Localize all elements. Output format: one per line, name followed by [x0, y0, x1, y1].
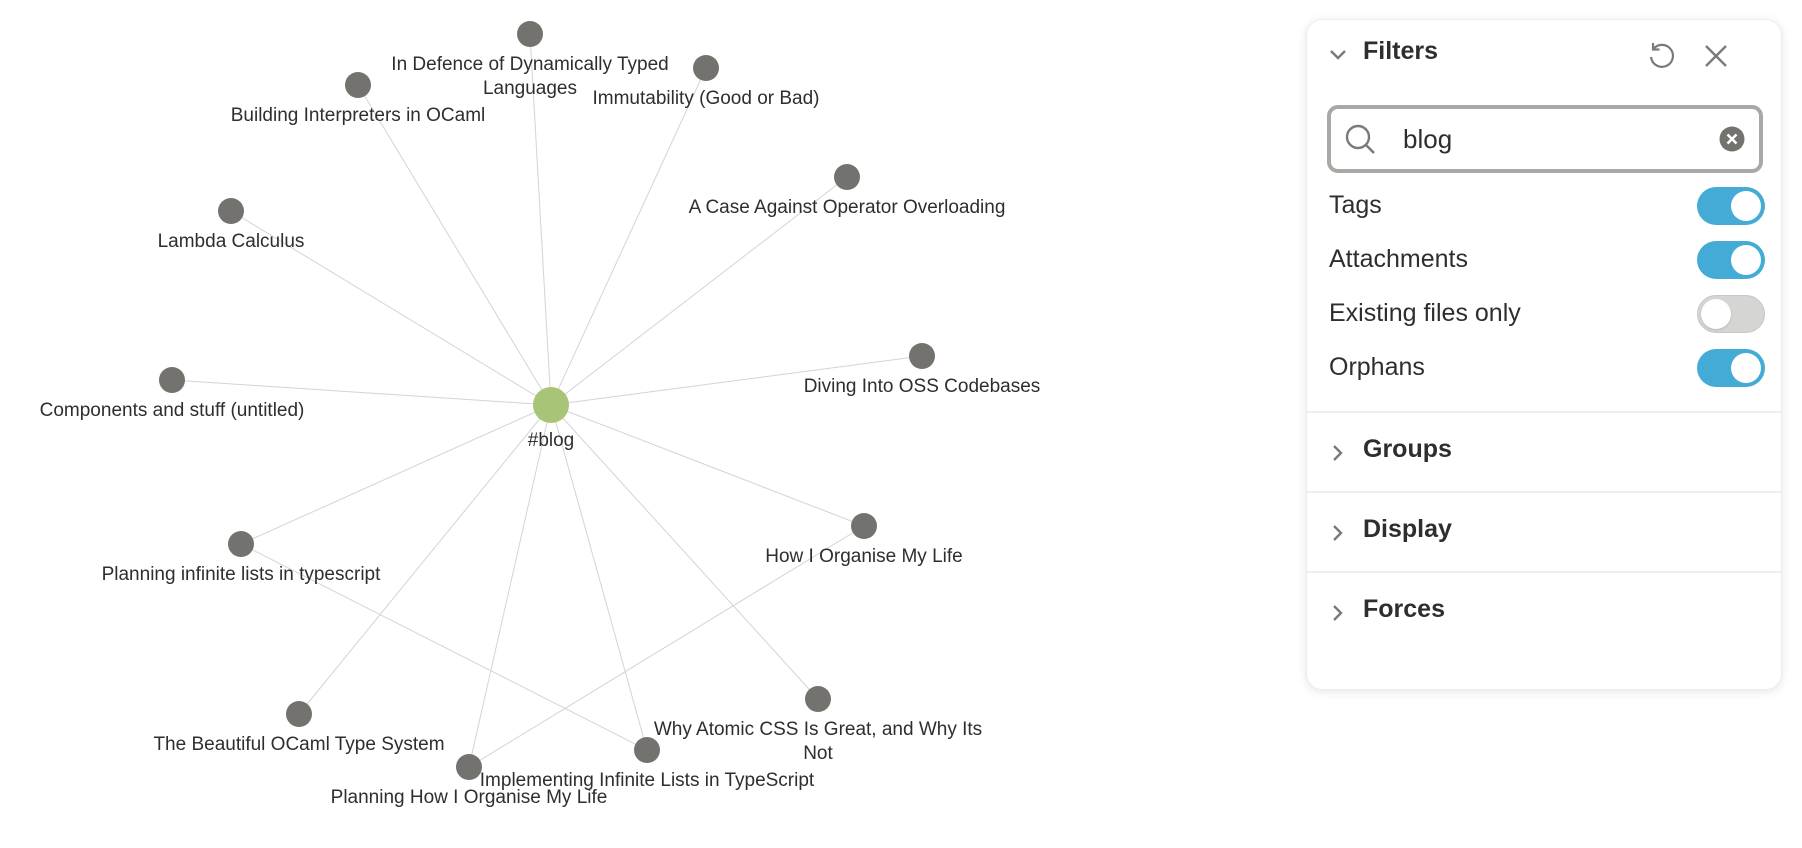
node-label: How I Organise My Life: [765, 546, 962, 567]
chevron-right-icon: [1329, 444, 1347, 462]
toggle-label: Existing files only: [1329, 299, 1521, 327]
graph-edge: [550, 67, 707, 406]
graph-edge: [357, 84, 552, 406]
node-label: Immutability (Good or Bad): [592, 88, 819, 109]
node-label: Planning infinite lists in typescript: [102, 564, 382, 585]
graph-settings-panel: Filters Tags: [1306, 19, 1782, 690]
search-icon: [1343, 122, 1379, 163]
node-label: The Beautiful OCaml Type System: [153, 734, 444, 755]
filters-title: Filters: [1363, 37, 1439, 65]
toggle-label: Tags: [1329, 191, 1382, 219]
note-node[interactable]: [834, 164, 860, 190]
forces-section-header[interactable]: Forces: [1307, 573, 1781, 651]
groups-section-header[interactable]: Groups: [1307, 413, 1781, 491]
note-node[interactable]: [456, 754, 482, 780]
toggle-row-tags: Tags: [1329, 185, 1765, 225]
search-box[interactable]: [1327, 105, 1763, 173]
toggle-label: Attachments: [1329, 245, 1468, 273]
display-section-header[interactable]: Display: [1307, 493, 1781, 571]
display-title: Display: [1363, 515, 1452, 543]
note-node[interactable]: [159, 367, 185, 393]
graph-edge: [240, 404, 552, 545]
toggle-knob: [1731, 245, 1761, 275]
attachments-toggle[interactable]: [1697, 241, 1765, 279]
existing-files-only-toggle[interactable]: [1697, 295, 1765, 333]
note-node[interactable]: [805, 686, 831, 712]
groups-title: Groups: [1363, 435, 1452, 463]
graph-labels: #blogIn Defence of Dynamically Typed Lang…: [40, 54, 1041, 808]
note-node[interactable]: [345, 72, 371, 98]
close-icon[interactable]: [1699, 39, 1733, 73]
toggle-knob: [1731, 353, 1761, 383]
note-node[interactable]: [228, 531, 254, 557]
chevron-right-icon: [1329, 604, 1347, 622]
node-label: Why Atomic CSS Is Great, and Why Its Not: [654, 719, 982, 764]
graph-edge: [468, 404, 552, 768]
chevron-right-icon: [1329, 524, 1347, 542]
toggle-row-existing-files: Existing files only: [1329, 293, 1765, 333]
chevron-down-icon[interactable]: [1329, 46, 1347, 64]
node-label: Components and stuff (untitled): [40, 400, 305, 421]
node-label: A Case Against Operator Overloading: [689, 197, 1006, 218]
tag-node[interactable]: [533, 387, 569, 423]
toggle-knob: [1731, 191, 1761, 221]
clear-search-icon[interactable]: [1719, 126, 1745, 152]
node-label: #blog: [528, 430, 575, 451]
toggle-row-attachments: Attachments: [1329, 239, 1765, 279]
toggle-label: Orphans: [1329, 353, 1425, 381]
note-node[interactable]: [218, 198, 244, 224]
graph-edge: [550, 404, 648, 751]
node-label: Building Interpreters in OCaml: [231, 105, 486, 126]
note-node[interactable]: [286, 701, 312, 727]
graph-edge: [550, 404, 865, 527]
search-input[interactable]: [1403, 121, 1703, 157]
tags-toggle[interactable]: [1697, 187, 1765, 225]
restore-icon[interactable]: [1644, 39, 1678, 73]
toggle-knob: [1701, 299, 1731, 329]
graph-edge: [298, 404, 552, 715]
note-node[interactable]: [634, 737, 660, 763]
note-node[interactable]: [909, 343, 935, 369]
forces-title: Forces: [1363, 595, 1445, 623]
node-label: Planning How I Organise My Life: [331, 787, 608, 808]
node-label: Lambda Calculus: [158, 231, 305, 252]
toggle-row-orphans: Orphans: [1329, 347, 1765, 387]
note-node[interactable]: [693, 55, 719, 81]
node-label: Diving Into OSS Codebases: [804, 376, 1041, 397]
orphans-toggle[interactable]: [1697, 349, 1765, 387]
note-node[interactable]: [517, 21, 543, 47]
note-node[interactable]: [851, 513, 877, 539]
